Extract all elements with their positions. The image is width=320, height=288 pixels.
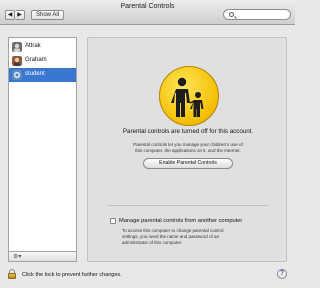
access-info-text: To access this computer to change parent… bbox=[122, 228, 262, 246]
enable-parental-controls-button[interactable]: Enable Parental Controls bbox=[143, 158, 233, 169]
user-item-graham[interactable]: Graham bbox=[9, 54, 76, 68]
gear-icon[interactable]: ⚙▾ bbox=[13, 253, 21, 260]
parental-controls-icon bbox=[159, 66, 219, 126]
lock-icon[interactable] bbox=[8, 269, 16, 279]
manage-remote-row[interactable]: Manage parental controls from another co… bbox=[110, 218, 242, 224]
user-item-student[interactable]: student bbox=[9, 68, 76, 82]
user-avatar-icon bbox=[12, 42, 22, 52]
status-title: Parental controls are turned off for thi… bbox=[122, 128, 254, 135]
user-name: Graham bbox=[25, 57, 47, 63]
manage-remote-checkbox[interactable] bbox=[110, 218, 116, 224]
access-info-line: administrator of this computer. bbox=[122, 240, 183, 245]
search-field[interactable] bbox=[223, 9, 291, 20]
window-titlebar: Parental Controls ◀ ▶ Show All bbox=[0, 0, 295, 25]
show-all-button[interactable]: Show All bbox=[31, 10, 64, 20]
search-input[interactable] bbox=[236, 11, 290, 20]
forward-button[interactable]: ▶ bbox=[15, 10, 25, 20]
user-list-footer: ⚙▾ bbox=[8, 252, 77, 262]
user-avatar-icon bbox=[12, 56, 22, 66]
search-icon bbox=[229, 12, 234, 17]
description: Parental controls let you manage your ch… bbox=[88, 142, 288, 154]
lock-status-text: Click the lock to prevent further change… bbox=[22, 272, 122, 278]
user-avatar-icon bbox=[12, 70, 22, 80]
description-line: this computer, the applications on it, a… bbox=[135, 148, 241, 153]
user-list[interactable]: Attrak Graham student bbox=[8, 37, 77, 252]
manage-remote-label[interactable]: Manage parental controls from another co… bbox=[119, 218, 242, 224]
user-item-attrak[interactable]: Attrak bbox=[9, 40, 76, 54]
user-name: Attrak bbox=[25, 43, 41, 49]
parental-controls-panel: Parental controls are turned off for thi… bbox=[87, 37, 287, 262]
help-button[interactable]: ? bbox=[277, 269, 287, 279]
user-name: student bbox=[25, 71, 45, 77]
back-button[interactable]: ◀ bbox=[5, 10, 15, 20]
divider bbox=[108, 205, 268, 206]
